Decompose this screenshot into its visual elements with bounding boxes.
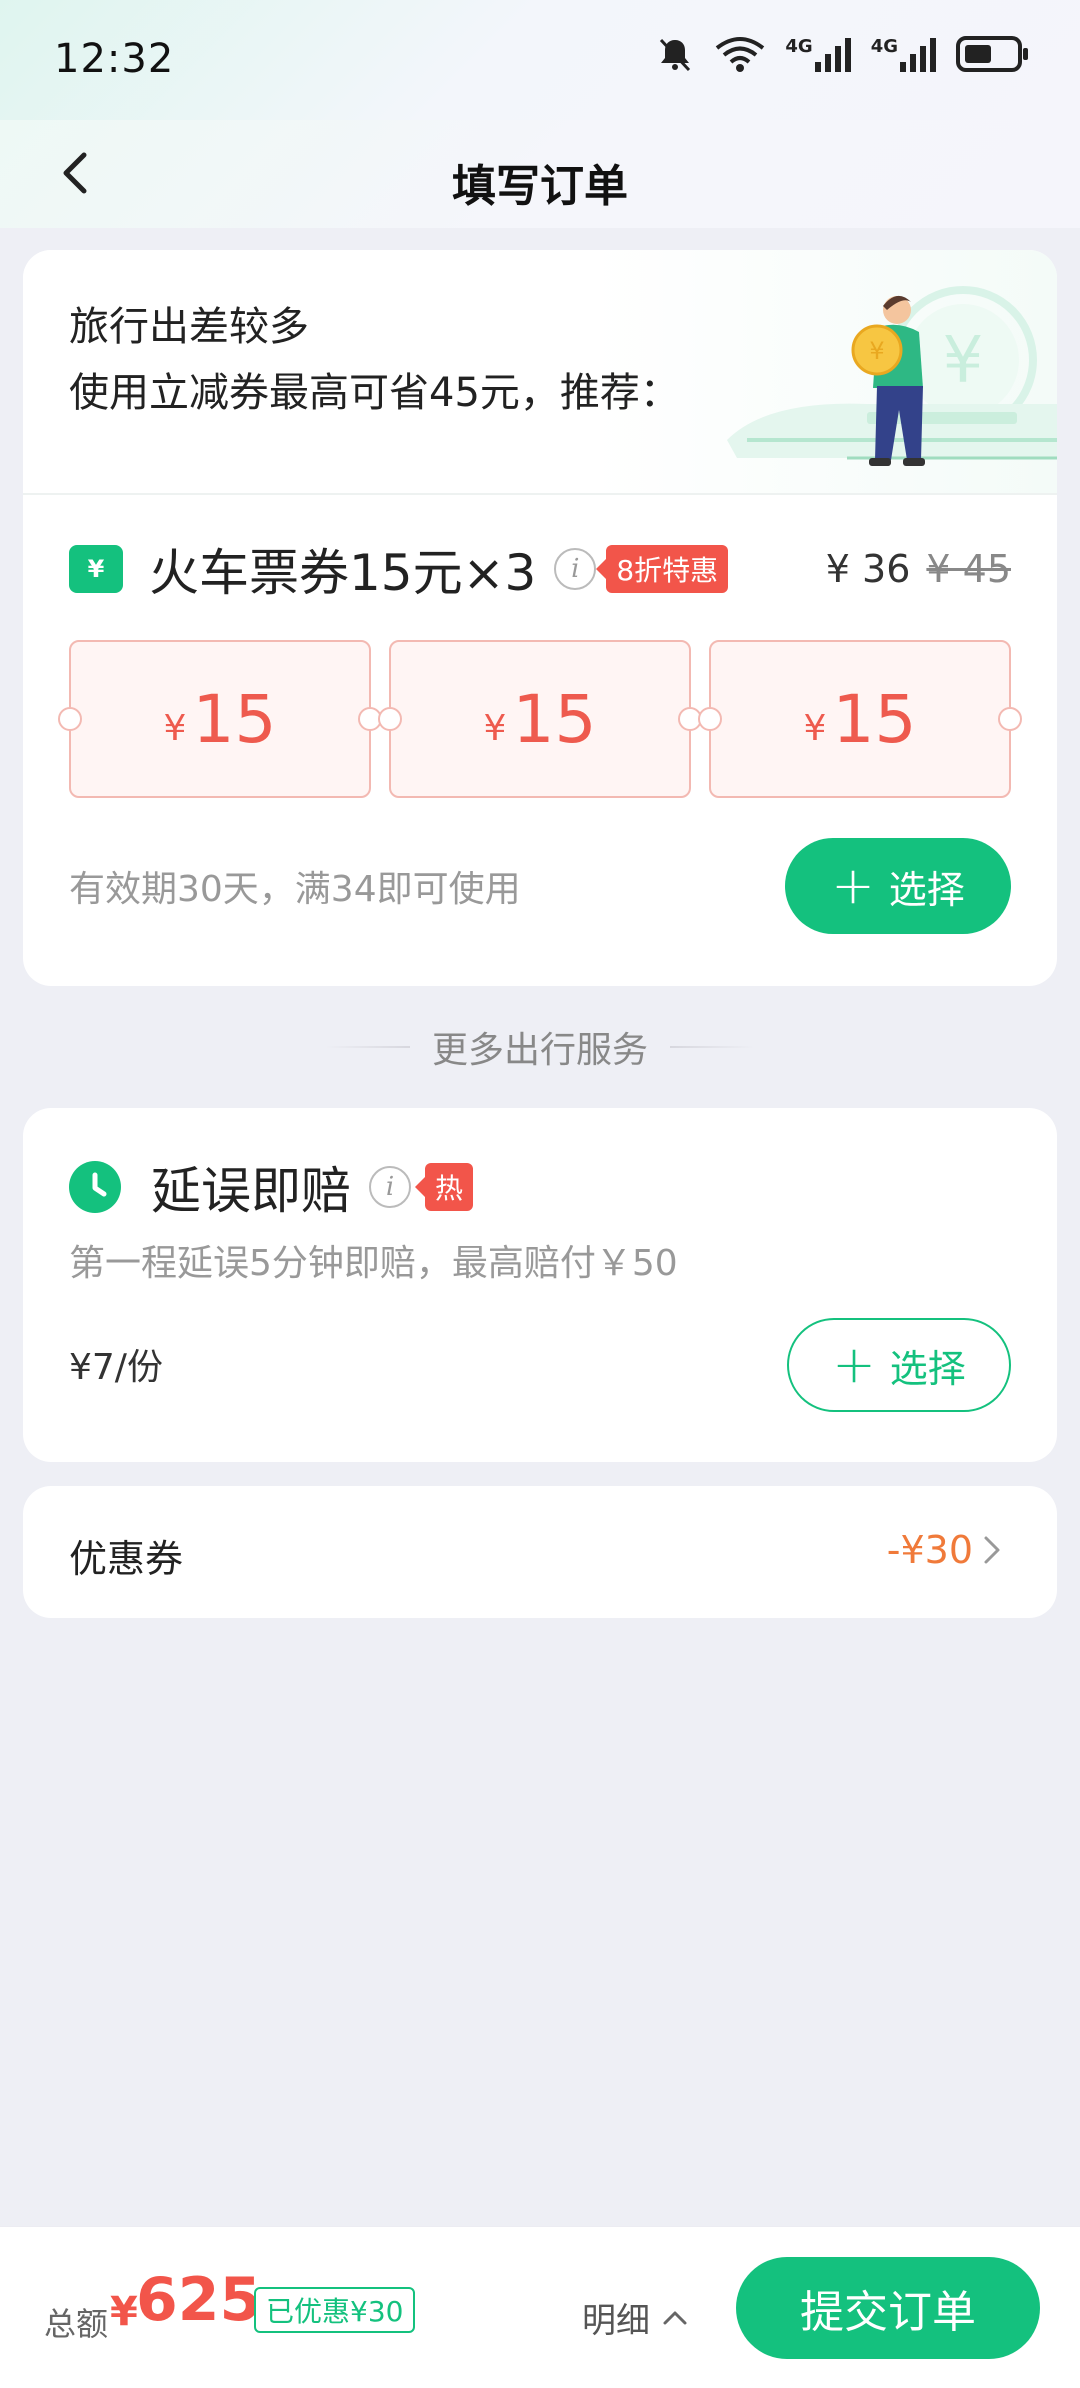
signal-4g-icon: 4G xyxy=(785,36,852,72)
clock-icon xyxy=(69,1161,121,1213)
coupon-validity: 有效期30天，满34即可使用 xyxy=(69,869,521,910)
coupon-currency: ¥ xyxy=(483,707,507,749)
delay-title: 延误即赔 xyxy=(151,1162,351,1220)
delay-description: 第一程延误5分钟即赔，最高赔付￥50 xyxy=(69,1243,678,1284)
total-amount: 625 xyxy=(136,2265,262,2335)
select-coupon-package-button[interactable]: + 选择 xyxy=(785,838,1011,934)
svg-text:¥: ¥ xyxy=(943,324,984,398)
promo-banner: 旅行出差较多 使用立减券最高可省45元，推荐： ¥ ¥ xyxy=(23,250,1057,495)
coupon-item: ¥ 15 xyxy=(698,640,1022,798)
network-label: 4G xyxy=(785,36,813,57)
coupon-list: ¥ 15 ¥ 15 ¥ 15 xyxy=(58,640,1022,798)
submit-order-button[interactable]: 提交订单 xyxy=(736,2257,1040,2359)
svg-text:¥: ¥ xyxy=(869,337,884,365)
delay-price: ¥7/份 xyxy=(69,1347,163,1388)
discount-badge: 8折特惠 xyxy=(596,545,729,593)
signal-4g-icon: 4G xyxy=(871,36,938,72)
package-price: ¥ 36 xyxy=(825,547,911,591)
info-icon[interactable]: i xyxy=(369,1166,411,1208)
promo-headline: 旅行出差较多 xyxy=(69,304,309,350)
total-label: 总额 xyxy=(44,2305,109,2343)
coupon-amount: 15 xyxy=(192,680,277,758)
hot-badge: 热 xyxy=(414,1163,474,1211)
status-bar: 12:32 4G 4G xyxy=(0,0,1080,120)
status-time: 12:32 xyxy=(54,36,175,82)
voucher-label: 优惠券 xyxy=(69,1537,184,1581)
plus-icon: + xyxy=(831,856,875,916)
section-divider: 更多出行服务 xyxy=(0,1022,1080,1072)
chevron-right-icon xyxy=(984,1536,1000,1564)
coupon-item: ¥ 15 xyxy=(378,640,702,798)
status-icons: 4G 4G xyxy=(655,34,1030,74)
package-original-price: ¥ 45 xyxy=(926,547,1011,591)
saved-badge: 已优惠¥30 xyxy=(254,2287,416,2333)
coupon-item: ¥ 15 xyxy=(58,640,382,798)
total-currency: ¥ xyxy=(110,2289,138,2335)
coupon-currency: ¥ xyxy=(163,707,187,749)
package-title-row: ¥ 火车票券15元×3 i 8折特惠 ¥ 36 ¥ 45 xyxy=(69,534,1011,604)
voucher-row[interactable]: 优惠券 -¥30 xyxy=(23,1486,1057,1618)
voucher-value-wrap: -¥30 xyxy=(887,1528,1001,1572)
network-label: 4G xyxy=(870,36,898,57)
battery-icon xyxy=(956,35,1030,73)
select-label: 选择 xyxy=(888,867,965,912)
delay-service-card: 延误即赔 i 热 第一程延误5分钟即赔，最高赔付￥50 ¥7/份 + 选择 xyxy=(23,1108,1057,1462)
voucher-value: -¥30 xyxy=(886,1528,973,1572)
coupon-package-card: 旅行出差较多 使用立减券最高可省45元，推荐： ¥ ¥ ¥ 火车票券15元×3 … xyxy=(23,250,1057,986)
delay-title-row: 延误即赔 i 热 xyxy=(69,1152,474,1222)
train-traveler-illustration: ¥ ¥ xyxy=(727,286,1057,466)
price-detail-button[interactable]: 明细 xyxy=(582,2293,688,2342)
page-title: 填写订单 xyxy=(452,161,628,212)
mute-bell-icon xyxy=(655,34,695,74)
ticket-icon: ¥ xyxy=(69,545,123,593)
promo-subline: 使用立减券最高可省45元，推荐： xyxy=(69,370,680,416)
chevron-up-icon xyxy=(663,2311,687,2324)
page-header: 填写订单 xyxy=(0,120,1080,228)
coupon-amount: 15 xyxy=(512,680,597,758)
plus-icon: + xyxy=(832,1335,876,1395)
info-icon[interactable]: i xyxy=(554,548,597,590)
detail-label: 明细 xyxy=(582,2301,650,2341)
package-title: 火车票券15元×3 xyxy=(149,544,537,602)
select-label: 选择 xyxy=(889,1346,966,1391)
select-delay-service-button[interactable]: + 选择 xyxy=(787,1318,1011,1412)
wifi-icon xyxy=(713,34,767,74)
checkout-bar: 总额 ¥ 625 已优惠¥30 明细 提交订单 xyxy=(0,2226,1080,2388)
coupon-amount: 15 xyxy=(832,680,917,758)
coupon-currency: ¥ xyxy=(803,707,827,749)
section-divider-label: 更多出行服务 xyxy=(431,1030,648,1071)
